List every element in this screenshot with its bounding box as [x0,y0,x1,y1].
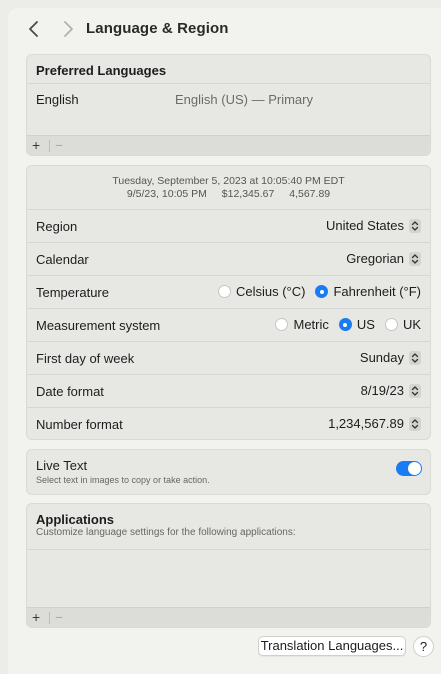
radio-label: Celsius (°C) [235,284,306,299]
translation-languages-button[interactable]: Translation Languages... [258,636,406,656]
applications-list-bar: + − [27,607,430,627]
region-label: Region [36,219,78,234]
divider [49,612,50,624]
live-text-title: Live Text [36,458,88,473]
radio-uk[interactable]: UK [384,317,421,332]
region-row: Region United States [27,210,430,243]
calendar-popup[interactable]: Gregorian [346,251,421,266]
chevron-up-down-icon [409,350,421,365]
radio-celsius[interactable]: Celsius (°C) [217,284,306,299]
preview-number: 4,567.89 [289,188,331,200]
calendar-label: Calendar [36,252,89,267]
number-format-row: Number format 1,234,567.89 [27,408,430,439]
temperature-radio-group: Celsius (°C) Fahrenheit (°F) [208,284,421,299]
number-format-value: 1,234,567.89 [328,416,404,431]
date-format-label: Date format [36,384,104,399]
page-title: Language & Region [86,20,229,37]
radio-fahrenheit[interactable]: Fahrenheit (°F) [315,284,421,299]
first-day-label: First day of week [36,351,135,366]
language-description: English (US) — Primary [175,92,313,107]
radio-label: US [356,317,375,332]
temperature-label: Temperature [36,285,109,300]
radio-label: Metric [293,317,329,332]
language-name[interactable]: English [36,92,79,107]
preview-short-date: 9/5/23, 10:05 PM [126,188,207,200]
chevron-up-down-icon [409,218,421,233]
preview-long-date: Tuesday, September 5, 2023 at 10:05:40 P… [112,175,345,187]
first-day-popup[interactable]: Sunday [360,350,421,365]
format-preview: Tuesday, September 5, 2023 at 10:05:40 P… [27,166,430,210]
applications-title: Applications [36,512,115,527]
calendar-value: Gregorian [346,251,404,266]
preferred-languages-header: Preferred Languages [36,63,167,78]
divider [27,83,430,84]
date-format-popup[interactable]: 8/19/23 [361,383,421,398]
measurement-label: Measurement system [36,318,161,333]
applications-subtitle: Customize language settings for the foll… [36,527,296,538]
preview-currency: $12,345.67 [221,188,275,200]
divider [49,140,50,152]
first-day-value: Sunday [359,350,404,365]
measurement-row: Measurement system Metric US UK [27,309,430,342]
preferred-languages-group: Preferred Languages English English (US)… [26,54,431,156]
live-text-subtitle: Select text in images to copy or take ac… [36,475,210,485]
add-language-button[interactable]: + [32,137,40,153]
toggle-knob [408,462,421,475]
remove-application-button[interactable]: − [55,609,63,625]
radio-button-selected[interactable] [338,318,352,331]
radio-button[interactable] [275,318,289,331]
toolbar: Language & Region [8,8,441,54]
radio-button[interactable] [384,318,398,331]
chevron-right-icon[interactable] [60,18,76,40]
settings-window: Language & Region Preferred Languages En… [8,8,441,674]
date-format-value: 8/19/23 [360,383,404,398]
chevron-left-icon[interactable] [26,18,42,40]
live-text-toggle[interactable] [396,461,422,476]
radio-label: Fahrenheit (°F) [333,284,421,299]
number-format-label: Number format [36,417,123,432]
region-settings-group: Tuesday, September 5, 2023 at 10:05:40 P… [26,165,431,440]
applications-group: Applications Customize language settings… [26,503,431,628]
help-button[interactable]: ? [413,636,434,657]
radio-metric[interactable]: Metric [275,317,329,332]
languages-list-bar: + − [27,135,430,155]
region-value: United States [325,218,404,233]
calendar-row: Calendar Gregorian [27,243,430,276]
chevron-up-down-icon [409,251,421,266]
radio-button-selected[interactable] [315,285,329,298]
chevron-up-down-icon [409,416,421,431]
preview-short-values: 9/5/23, 10:05 PM $12,345.67 4,567.89 [27,188,430,200]
divider [27,549,430,550]
date-format-row: Date format 8/19/23 [27,375,430,408]
measurement-radio-group: Metric US UK [265,317,421,332]
remove-language-button[interactable]: − [55,137,63,153]
radio-button[interactable] [217,285,231,298]
temperature-row: Temperature Celsius (°C) Fahrenheit (°F) [27,276,430,309]
live-text-group: Live Text Select text in images to copy … [26,449,431,495]
radio-label: UK [402,317,421,332]
number-format-popup[interactable]: 1,234,567.89 [328,416,421,431]
add-application-button[interactable]: + [32,609,40,625]
chevron-up-down-icon [409,383,421,398]
radio-us[interactable]: US [338,317,375,332]
region-popup[interactable]: United States [326,218,421,233]
first-day-row: First day of week Sunday [27,342,430,375]
